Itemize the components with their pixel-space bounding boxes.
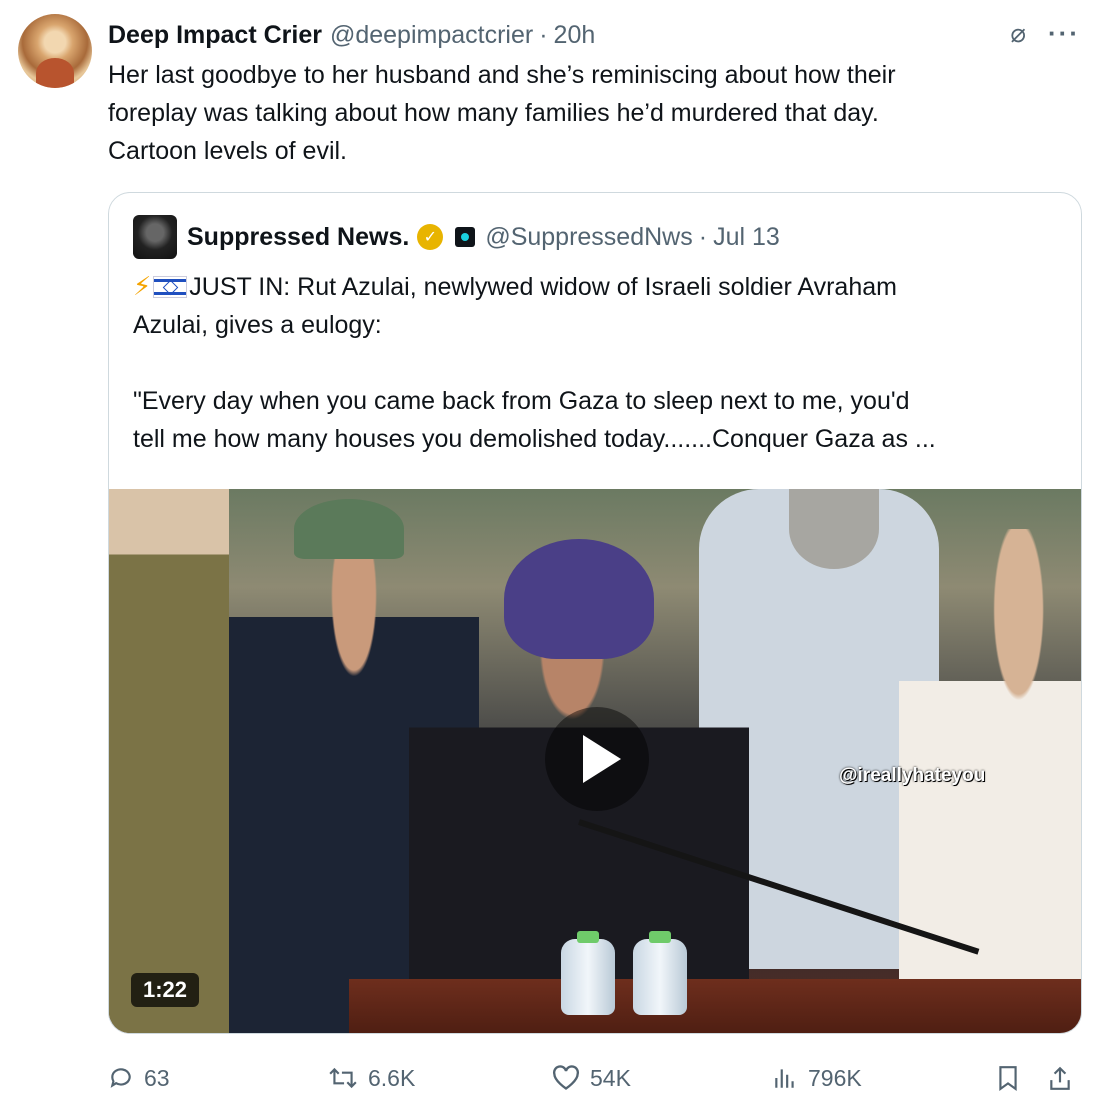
quoted-tweet-header: Suppressed News. ✓ @SuppressedNws · Jul … [133,215,780,259]
play-button[interactable] [545,707,649,811]
author-name[interactable]: Deep Impact Crier [108,21,322,50]
gold-verified-icon: ✓ [417,224,444,250]
repost-icon [329,1067,357,1089]
quoted-tweet-time[interactable]: Jul 13 [713,223,780,252]
water-bottle [633,931,687,1015]
more-icon[interactable]: ··· [1048,20,1080,46]
quoted-tweet-body: JUST IN: Rut Azulai, newlywed widow of I… [133,273,936,453]
israel-flag-icon [153,276,188,298]
video-figure-soldier [109,489,229,1033]
video-watermark: @ireallyhateyou [839,765,986,786]
heart-icon [553,1065,579,1090]
play-icon [583,735,621,783]
video-duration: 1:22 [131,973,200,1007]
share-icon [1050,1066,1070,1090]
views-icon [775,1069,794,1088]
views-count: 796K [808,1064,862,1091]
quoted-author-avatar[interactable] [133,215,177,259]
quoted-tweet[interactable]: Suppressed News. ✓ @SuppressedNws · Jul … [108,192,1082,1034]
repost-button[interactable]: 6.6K [328,1060,415,1096]
separator-dot: · [698,222,708,251]
bookmark-icon [999,1066,1017,1091]
like-count: 54K [590,1064,631,1091]
like-button[interactable]: 54K [552,1060,631,1096]
bookmark-button[interactable] [996,1060,1020,1096]
repost-count: 6.6K [368,1064,416,1091]
quoted-author-handle[interactable]: @SuppressedNws [485,223,692,252]
tweet-header: Deep Impact Crier @deepimpactcrier · 20h [108,18,1048,52]
video-podium [349,979,1081,1033]
reply-button[interactable]: 63 [108,1060,170,1096]
video-player[interactable]: @ireallyhateyou 1:22 [109,489,1081,1033]
lightning-bolt-icon: ⚡ [133,271,152,301]
quoted-author-name[interactable]: Suppressed News. [187,223,409,252]
views-button[interactable]: 796K [772,1060,862,1096]
reply-count: 63 [144,1064,170,1091]
grok-icon[interactable]: ⌀ [1010,20,1026,46]
tweet-text: Her last goodbye to her husband and she’… [108,61,896,165]
water-bottle [561,931,615,1015]
reply-icon [110,1068,131,1088]
tweet-time[interactable]: 20h [554,21,596,50]
share-button[interactable] [1048,1060,1072,1096]
tweet-actions: 63 6.6K 54K 796K [108,1060,1088,1096]
affiliate-badge-icon [455,227,476,247]
author-handle[interactable]: @deepimpactcrier [330,21,533,50]
author-avatar[interactable] [18,14,92,88]
separator-dot: · [539,20,548,49]
header-icons: ⌀ ··· [1010,20,1080,46]
quoted-tweet-text: ⚡ JUST IN: Rut Azulai, newlywed widow of … [133,267,1063,458]
